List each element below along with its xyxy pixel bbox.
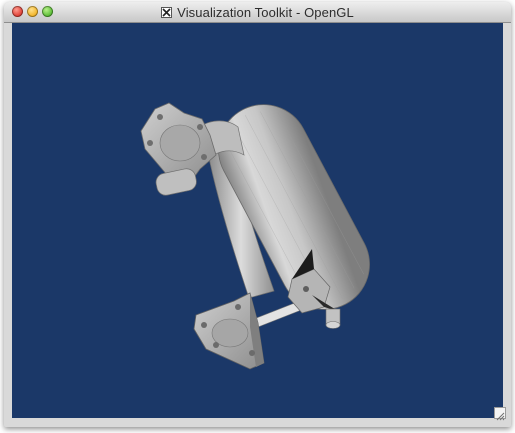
resize-lines-icon	[496, 412, 505, 421]
small-cylinder	[155, 168, 197, 196]
render-viewport[interactable]	[12, 23, 503, 418]
window-title: Visualization Toolkit - OpenGL	[177, 4, 354, 20]
resize-grip-icon[interactable]	[494, 407, 506, 421]
app-window: Visualization Toolkit - OpenGL	[4, 2, 511, 427]
outlet-nozzle	[325, 308, 341, 329]
title-bar[interactable]: Visualization Toolkit - OpenGL	[4, 2, 511, 23]
title-group: Visualization Toolkit - OpenGL	[4, 2, 511, 22]
x11-icon	[161, 6, 173, 18]
lower-flange	[193, 292, 265, 370]
pipe-model	[140, 102, 370, 370]
